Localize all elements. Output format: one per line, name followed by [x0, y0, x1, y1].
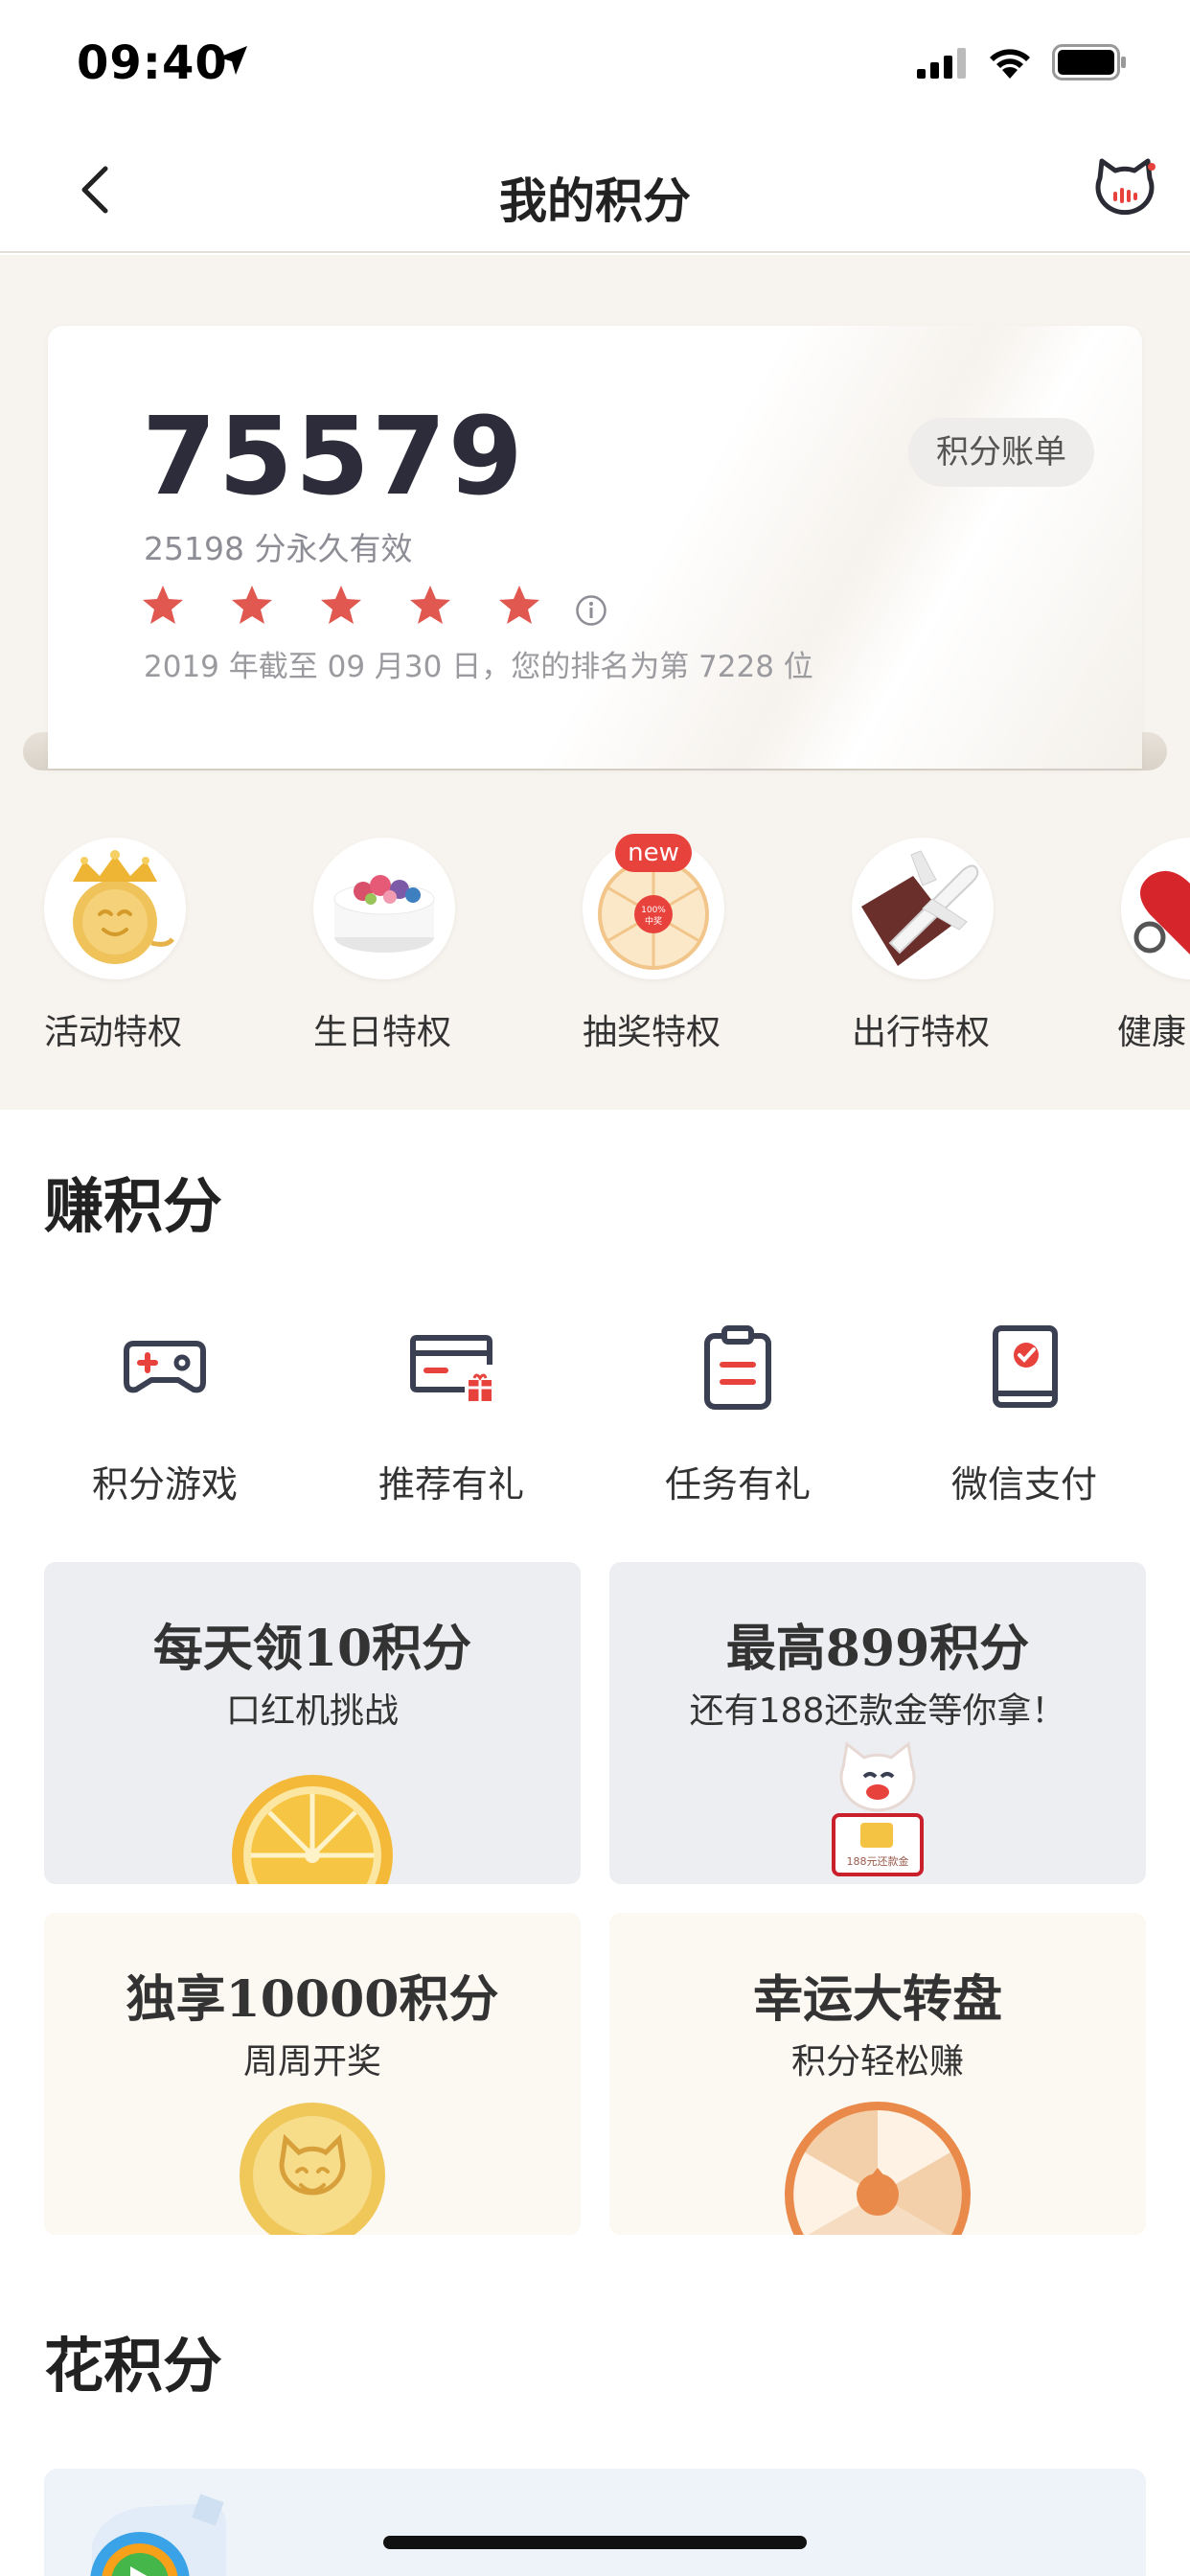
promo-card-lipstick[interactable]: 每天领10积分 口红机挑战 — [44, 1562, 581, 1884]
svg-text:100%: 100% — [641, 906, 666, 915]
earn-game-item[interactable]: 积分游戏 — [50, 1322, 280, 1507]
heart-icon — [1121, 838, 1190, 979]
earn-item-label: 微信支付 — [950, 1463, 1097, 1506]
earn-item-label: 推荐有礼 — [378, 1463, 524, 1506]
privilege-label: 健康 — [1117, 1013, 1187, 1052]
wechat-pay-icon — [993, 1325, 1058, 1408]
promo-card-weekly-draw[interactable]: 独享10000积分 周周开奖 — [44, 1913, 581, 2235]
privileges-row: 活动特权 生日特权 100% 中奖 抽奖特权 出行特权 健康 — [0, 834, 1190, 1073]
privilege-label: 出行特权 — [852, 1013, 991, 1052]
orange-slice-icon — [232, 1775, 393, 1884]
spend-section-title: 花积分 — [44, 2331, 223, 2401]
location-arrow-icon — [218, 46, 247, 75]
points-bill-button[interactable]: 积分账单 — [908, 418, 1094, 487]
info-icon[interactable] — [575, 594, 607, 627]
promo-subtitle: 周周开奖 — [242, 2042, 381, 2082]
earn-item-label: 任务有礼 — [664, 1463, 811, 1506]
airplane-icon — [852, 838, 994, 979]
mascot-card-icon: 188元还款金 — [832, 1741, 924, 1876]
cellular-signal-icon — [917, 48, 966, 79]
spin-wheel-icon — [785, 2102, 971, 2235]
promo-title: 最高899积分 — [725, 1620, 1030, 1678]
status-time: 09:40 — [77, 36, 228, 90]
rank-note: 2019 年截至 09 月30 日，您的排名为第 7228 位 — [144, 650, 813, 684]
points-card: 75579 25198 分永久有效 2019 年截至 09 月30 日，您的排名… — [48, 326, 1142, 769]
privilege-label: 活动特权 — [44, 1013, 183, 1052]
privilege-health[interactable]: 健康 — [1094, 834, 1190, 1073]
promo-card-repayment[interactable]: 最高899积分 还有188还款金等你拿！ 188元还款金 — [609, 1562, 1146, 1884]
art-text: 188元还款金 — [847, 1854, 909, 1868]
earn-referral-item[interactable]: 推荐有礼 — [336, 1322, 566, 1507]
wifi-icon — [990, 49, 1030, 79]
earn-shortcuts: 积分游戏 推荐有礼 任务有礼 微信支付 — [0, 1322, 1190, 1514]
gamepad-icon — [124, 1341, 206, 1393]
cat-mascot-button[interactable] — [1090, 155, 1159, 224]
promo-card-lucky-wheel[interactable]: 幸运大转盘 积分轻松赚 — [609, 1913, 1146, 2235]
earn-task-item[interactable]: 任务有礼 — [623, 1322, 853, 1507]
permanent-points-note: 25198 分永久有效 — [144, 530, 413, 567]
privilege-label: 生日特权 — [313, 1013, 452, 1052]
star-icon — [321, 586, 361, 624]
nav-bar: 我的积分 — [0, 126, 1190, 253]
gold-coin-icon — [240, 2103, 385, 2235]
star-icon — [499, 586, 539, 624]
video-app-icon — [90, 2494, 226, 2576]
cake-icon — [313, 838, 455, 979]
star-icon — [410, 586, 450, 624]
points-total: 75579 — [142, 395, 525, 519]
page-title: 我的积分 — [499, 173, 691, 229]
crown-coin-icon — [44, 838, 186, 979]
star-icon — [232, 586, 272, 624]
promo-title: 每天领10积分 — [152, 1620, 472, 1678]
earn-item-label: 积分游戏 — [91, 1463, 238, 1506]
promo-subtitle: 口红机挑战 — [225, 1691, 399, 1731]
clipboard-icon — [704, 1325, 771, 1410]
home-indicator — [383, 2536, 807, 2549]
card-gift-icon — [410, 1335, 492, 1401]
promo-title: 独享10000积分 — [126, 1970, 499, 2029]
privilege-label: 抽奖特权 — [583, 1013, 721, 1052]
promo-subtitle: 积分轻松赚 — [790, 2042, 964, 2082]
spend-banner-card[interactable] — [44, 2469, 1146, 2576]
battery-icon — [1052, 44, 1126, 80]
earn-wechat-pay-item[interactable]: 微信支付 — [909, 1322, 1139, 1507]
new-badge: new — [615, 834, 692, 872]
star-icon — [143, 586, 183, 624]
status-bar: 09:40 — [0, 0, 1190, 126]
promo-title: 幸运大转盘 — [752, 1970, 1002, 2029]
svg-text:中奖: 中奖 — [645, 915, 662, 927]
earn-section-title: 赚积分 — [44, 1171, 223, 1241]
promo-subtitle: 还有188还款金等你拿！ — [689, 1691, 1066, 1731]
